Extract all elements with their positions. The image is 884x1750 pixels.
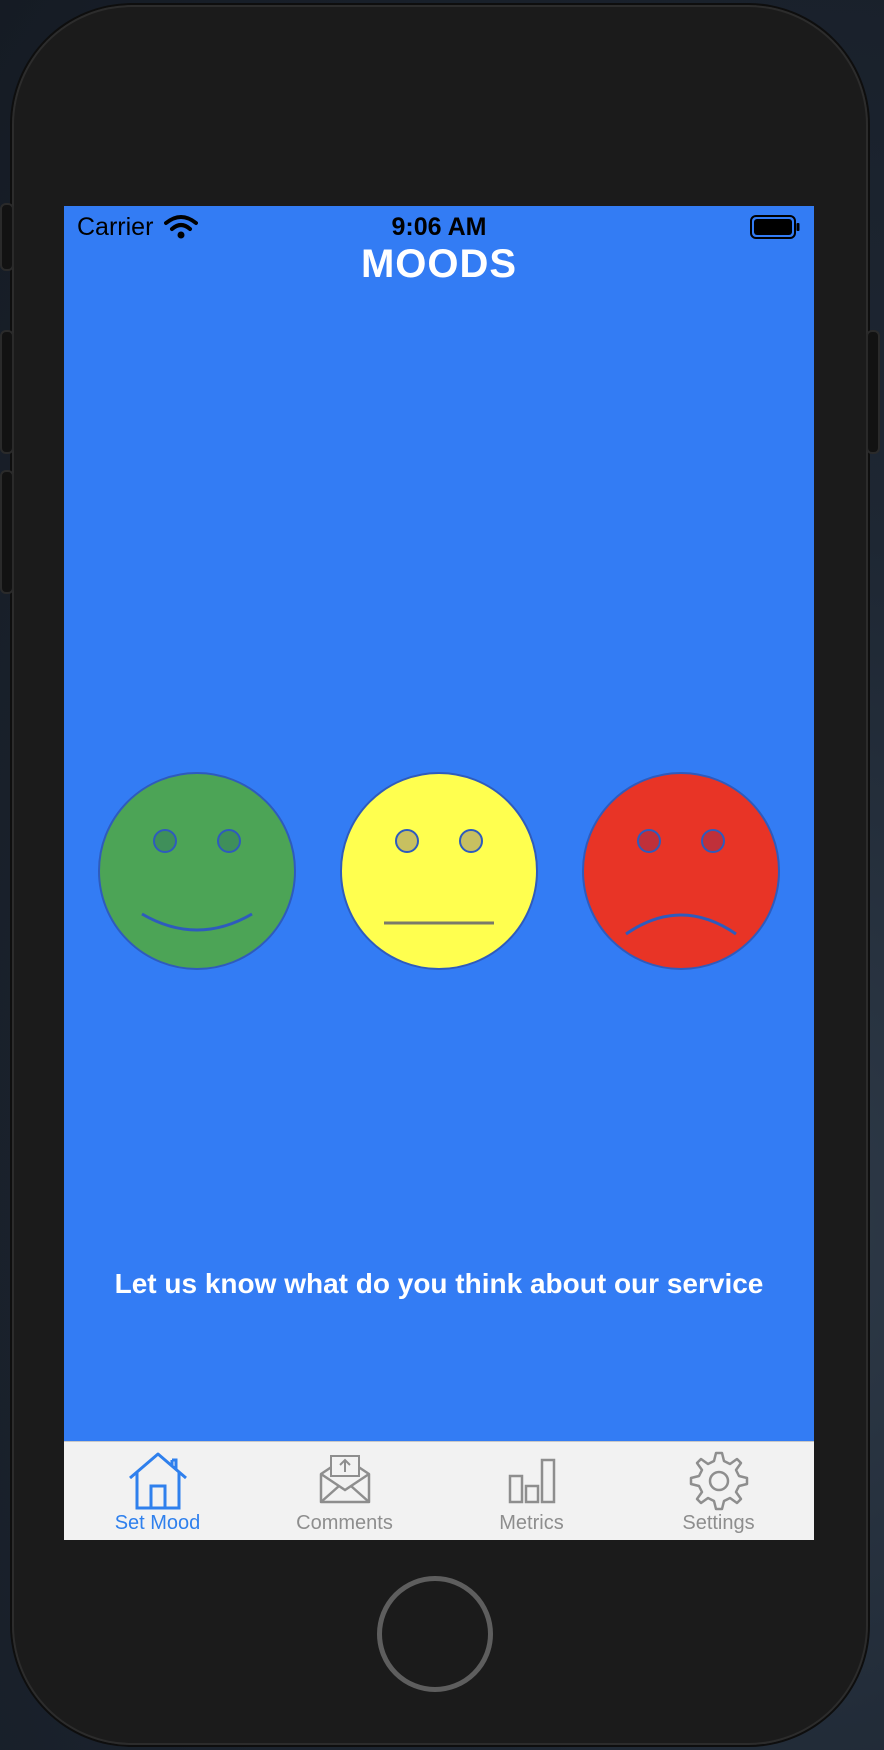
happy-face-icon: [98, 772, 296, 970]
home-button[interactable]: [377, 1576, 493, 1692]
happy-face-button[interactable]: [97, 771, 297, 971]
app-screen: Carrier 9:06 AM MOODS Let us know what d…: [64, 206, 814, 1540]
tab-comments[interactable]: Comments: [251, 1442, 438, 1540]
tab-label-comments: Comments: [296, 1512, 393, 1534]
power-button: [866, 330, 880, 454]
mute-switch: [0, 203, 14, 271]
neutral-face-icon: [340, 772, 538, 970]
tab-label-metrics: Metrics: [499, 1512, 564, 1534]
tab-bar: Set Mood Comments Metrics Settings: [64, 1441, 814, 1540]
page-title: MOODS: [360, 242, 518, 286]
tab-label-settings: Settings: [682, 1512, 755, 1534]
bar-chart-icon: [508, 1458, 555, 1504]
envelope-icon: [319, 1455, 370, 1504]
tab-settings[interactable]: Settings: [625, 1442, 812, 1540]
gear-icon: [689, 1451, 748, 1511]
battery-icon: [750, 215, 800, 244]
feedback-prompt: Let us know what do you think about our …: [114, 1268, 764, 1299]
volume-up-button: [0, 330, 14, 454]
tab-set-mood[interactable]: Set Mood: [64, 1442, 251, 1540]
status-time: 9:06 AM: [391, 213, 487, 241]
volume-down-button: [0, 470, 14, 594]
neutral-face-button[interactable]: [339, 771, 539, 971]
house-icon: [128, 1452, 187, 1510]
tab-metrics[interactable]: Metrics: [438, 1442, 625, 1540]
tab-label-set-mood: Set Mood: [114, 1512, 201, 1534]
sad-face-icon: [582, 772, 780, 970]
sad-face-button[interactable]: [581, 771, 781, 971]
status-bar: Carrier 9:06 AM: [64, 206, 814, 246]
